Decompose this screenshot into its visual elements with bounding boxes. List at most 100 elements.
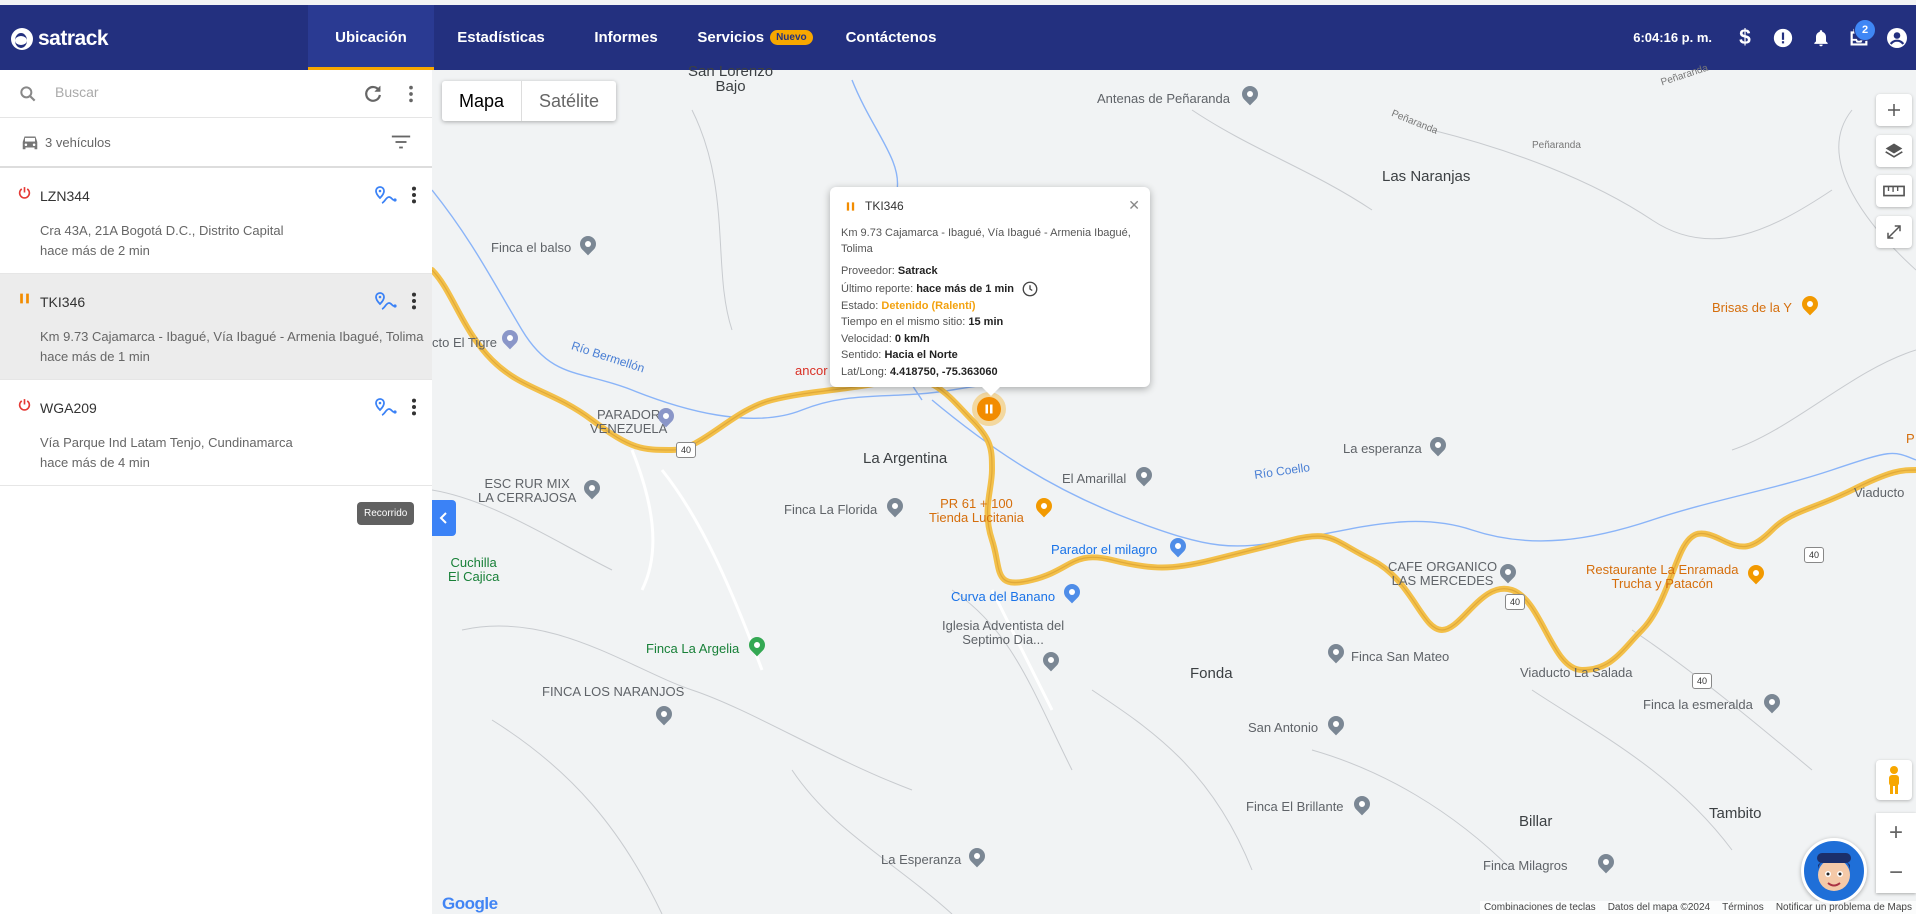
map-type-satellite[interactable]: Satélite — [522, 81, 616, 121]
power-off-icon — [18, 186, 31, 204]
vehicle-item[interactable]: WGA209 Vía Parque Ind Latam Tenjo, Cundi… — [0, 380, 432, 486]
map-background — [432, 79, 1916, 914]
nav-estadisticas[interactable]: Estadísticas — [434, 5, 568, 70]
top-navigation-bar: satrack Ubicación Estadísticas Informes … — [0, 5, 1916, 70]
row-value: Satrack — [897, 265, 938, 277]
pause-icon — [18, 292, 31, 310]
place-label: ESC RUR MIX LA CERRAJOSA — [478, 476, 577, 505]
top-right-tools: 6:04:16 p. m. $ 2 — [1633, 5, 1916, 70]
search-icon — [18, 84, 38, 109]
vehicle-count: 3 vehículos — [45, 135, 111, 150]
route-number: 40 — [680, 445, 691, 455]
nav-informes[interactable]: Informes — [568, 5, 684, 70]
place-label: PR 61 + 100 Tienda Lucitania — [929, 496, 1024, 525]
vehicle-marker[interactable] — [972, 392, 1006, 426]
brand-name: satrack — [38, 27, 109, 50]
assistant-avatar-button[interactable] — [1801, 838, 1867, 904]
vehicle-address: Vía Parque Ind Latam Tenjo, Cundinamarca — [40, 435, 293, 450]
popup-row-last-report: Último reporte: hace más de 1 min — [841, 280, 1039, 298]
place-label: Antenas de Peñaranda — [1097, 91, 1230, 106]
vehicle-plate: LZN344 — [40, 188, 90, 204]
road-label: Peñaranda — [1532, 140, 1581, 151]
close-icon[interactable]: ✕ — [1128, 197, 1140, 214]
route-icon[interactable] — [373, 290, 399, 319]
ruler-icon — [1883, 185, 1905, 197]
place-label: Las Naranjas — [1382, 168, 1471, 185]
popup-row-time-same-place: Tiempo en el mismo sitio: 15 min — [841, 314, 1039, 331]
assistant-icon — [1817, 853, 1851, 891]
row-value: Detenido (Ralentí) — [881, 299, 976, 312]
alert-icon[interactable] — [1764, 5, 1802, 70]
map-type-toggle: Mapa Satélite — [442, 81, 617, 121]
search-input[interactable] — [53, 83, 337, 101]
place-label: San Lorenzo Bajo — [688, 63, 774, 95]
clock-icon[interactable] — [1021, 280, 1039, 298]
place-label: Finca Milagros — [1483, 858, 1568, 873]
inbox-icon[interactable]: 2 — [1840, 5, 1878, 70]
street-view-button[interactable] — [1876, 760, 1912, 800]
zoom-out-button[interactable]: − — [1876, 853, 1916, 893]
vehicle-item[interactable]: TKI346 Km 9.73 Cajamarca - Ibagué, Vía I… — [0, 274, 432, 380]
popup-details: Proveedor: Satrack Último reporte: hace … — [841, 263, 1039, 380]
vehicle-sidebar: 3 vehículos LZN344 Cra 43A, 21A Bogotá D… — [0, 70, 433, 914]
nav-contactenos[interactable]: Contáctenos — [826, 5, 956, 70]
map-type-map[interactable]: Mapa — [442, 81, 523, 121]
vehicle-last-report: hace más de 4 min — [40, 455, 150, 470]
zoom-in-button[interactable]: + — [1876, 813, 1916, 853]
ruler-button[interactable] — [1876, 175, 1912, 207]
new-badge: Nuevo — [770, 30, 813, 45]
filter-icon[interactable] — [390, 132, 412, 155]
place-label: FINCA LOS NARANJOS — [542, 684, 685, 699]
place-label: Parador el milagro — [1051, 542, 1158, 557]
row-label: Sentido: — [841, 349, 882, 361]
route-shield: 40 — [1692, 673, 1712, 689]
route-icon[interactable] — [373, 396, 399, 425]
map-canvas[interactable]: 40 40 40 40 — [432, 70, 1916, 914]
plus-icon — [1888, 104, 1900, 116]
layers-button[interactable] — [1876, 135, 1912, 167]
refresh-icon[interactable] — [362, 83, 384, 110]
pause-icon — [977, 397, 1001, 421]
fullscreen-button[interactable] — [1876, 216, 1912, 248]
route-number: 40 — [1696, 676, 1707, 686]
row-label: Estado: — [841, 299, 879, 312]
row-label: Lat/Long: — [841, 365, 887, 378]
bell-icon[interactable] — [1802, 5, 1840, 70]
add-button[interactable] — [1876, 94, 1912, 126]
footer-link[interactable]: Notificar un problema de Maps — [1776, 902, 1912, 913]
vehicle-last-report: hace más de 1 min — [40, 349, 150, 364]
route-icon[interactable] — [373, 184, 399, 213]
vehicle-plate: TKI346 — [40, 294, 86, 310]
nav-label: Ubicación — [335, 29, 407, 46]
collapse-sidebar-button[interactable] — [432, 500, 456, 536]
popup-row-speed: Velocidad: 0 km/h — [841, 331, 1039, 348]
row-label: Proveedor: — [841, 265, 895, 277]
place-label: Restaurante La Enramada Trucha y Patacón — [1586, 562, 1739, 591]
google-logo: Google — [442, 894, 498, 913]
place-label: Finca San Mateo — [1351, 649, 1450, 664]
clock: 6:04:16 p. m. — [1633, 30, 1712, 45]
chevron-left-icon — [439, 512, 447, 524]
nav-ubicacion[interactable]: Ubicación — [308, 5, 434, 70]
vehicle-item[interactable]: LZN344 Cra 43A, 21A Bogotá D.C., Distrit… — [0, 168, 432, 274]
popup-row-latlong: Lat/Long: 4.418750, -75.363060 — [841, 364, 1039, 381]
vehicle-address: Cra 43A, 21A Bogotá D.C., Distrito Capit… — [40, 223, 284, 238]
footer-text: Datos del mapa ©2024 — [1607, 902, 1711, 913]
nav-servicios[interactable]: Servicios Nuevo — [684, 5, 826, 70]
globe-icon — [11, 28, 33, 50]
place-label: Cuchilla El Cajica — [448, 555, 500, 584]
nav-label: Contáctenos — [845, 29, 937, 46]
vehicle-more-icon[interactable] — [407, 184, 421, 211]
place-label: CAFE ORGANICO LAS MERCEDES — [1388, 559, 1498, 588]
dollar-icon[interactable]: $ — [1726, 5, 1764, 70]
footer-link[interactable]: Términos — [1722, 902, 1764, 913]
account-icon[interactable] — [1878, 5, 1916, 70]
more-options-icon[interactable] — [400, 83, 422, 110]
route-number: 40 — [1509, 597, 1520, 607]
place-label: Finca el balso — [491, 240, 572, 255]
satrack-logo[interactable]: satrack — [11, 27, 109, 51]
vehicle-more-icon[interactable] — [407, 290, 421, 317]
popup-plate: TKI346 — [865, 199, 904, 213]
footer-link[interactable]: Combinaciones de teclas — [1484, 902, 1596, 913]
vehicle-more-icon[interactable] — [407, 396, 421, 423]
